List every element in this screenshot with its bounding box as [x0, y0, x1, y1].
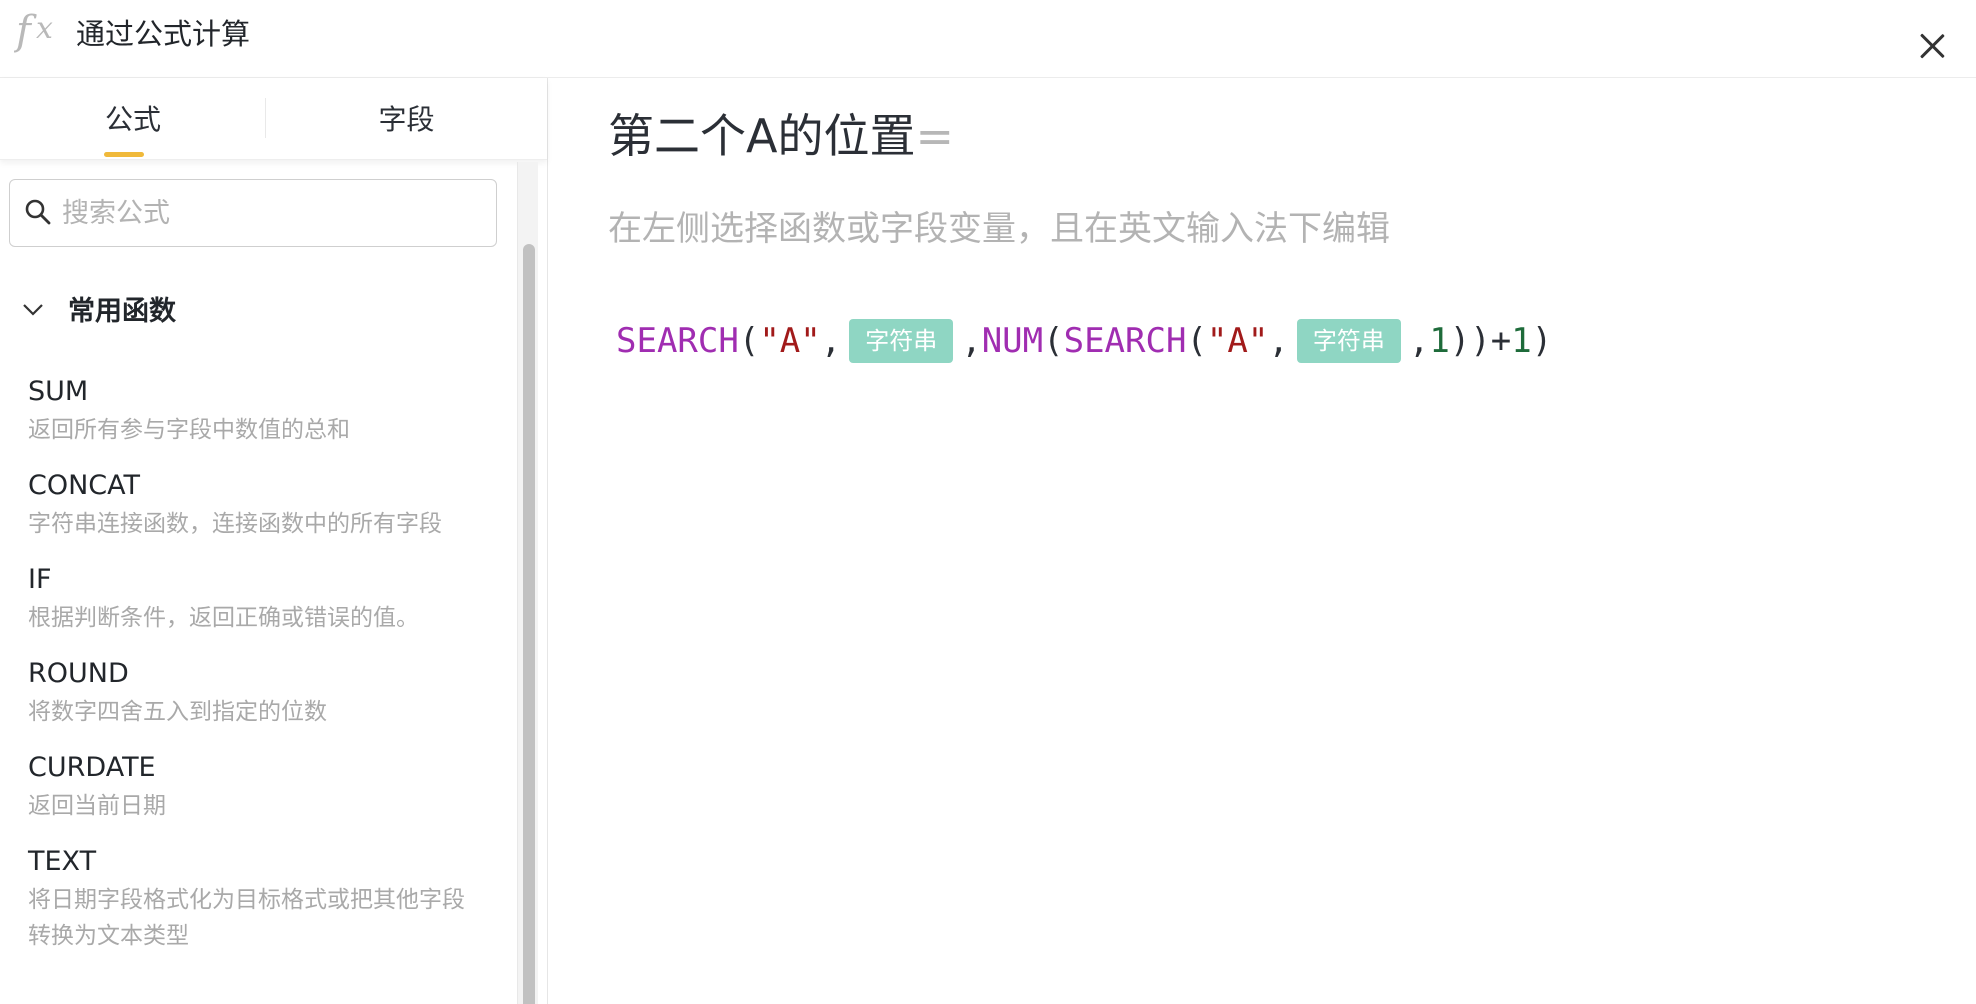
function-panel: 公式 字段 常用函数 SUM 返回所有参与字段中数值的总和 CONC	[0, 78, 548, 1004]
panel-tabs: 公式 字段	[0, 78, 547, 160]
formula-paren-token: )	[1449, 320, 1471, 361]
search-icon	[25, 199, 51, 225]
scrollbar-thumb[interactable]	[523, 244, 535, 1004]
formula-comma-token: ,	[961, 320, 982, 361]
function-item-concat[interactable]: CONCAT 字符串连接函数，连接函数中的所有字段	[0, 468, 510, 542]
formula-paren-token: (	[1186, 320, 1207, 361]
function-description: 返回当前日期	[28, 793, 166, 819]
tab-field[interactable]: 字段	[266, 78, 547, 160]
function-name: CURDATE	[28, 752, 156, 783]
section-title: 常用函数	[68, 296, 176, 327]
equals-sign: =	[915, 109, 955, 163]
formula-input[interactable]: SEARCH("A", 字符串 ,NUM(SEARCH("A", 字符串 ,1))+1)	[616, 304, 1552, 374]
function-name: SUM	[28, 376, 89, 407]
chevron-down-icon	[23, 304, 43, 316]
function-description: 根据判断条件，返回正确或错误的值。	[28, 605, 419, 631]
function-name: TEXT	[28, 846, 97, 877]
field-name: 第二个A的位置	[608, 109, 916, 163]
close-icon[interactable]	[1914, 28, 1950, 64]
function-list-scrollbar[interactable]	[517, 162, 538, 1004]
tab-formula[interactable]: 公式	[0, 78, 266, 160]
formula-paren-token: )	[1470, 320, 1491, 361]
function-name: CONCAT	[28, 470, 141, 501]
svg-text:f: f	[14, 8, 37, 54]
formula-dialog: f x 通过公式计算 公式 字段 常用函数 SUM	[0, 0, 1976, 1004]
function-item-round[interactable]: ROUND 将数字四舍五入到指定的位数	[0, 656, 510, 730]
search-input[interactable]	[60, 188, 484, 238]
function-description: 返回所有参与字段中数值的总和	[28, 417, 350, 443]
fx-logo-icon: f x	[14, 8, 53, 54]
formula-string-token: "A"	[1206, 320, 1269, 361]
formula-function-token: SEARCH	[616, 320, 739, 361]
function-item-if[interactable]: IF 根据判断条件，返回正确或错误的值。	[0, 562, 510, 636]
editor-hint: 在左侧选择函数或字段变量，且在英文输入法下编辑	[608, 209, 1390, 249]
formula-comma-token: ,	[1408, 320, 1430, 361]
formula-paren-token: )	[1531, 320, 1553, 361]
function-item-text[interactable]: TEXT 将日期字段格式化为目标格式或把其他字段转换为文本类型	[0, 844, 510, 954]
function-description: 字符串连接函数，连接函数中的所有字段	[28, 511, 442, 537]
formula-comma-token: ,	[1268, 320, 1289, 361]
function-description: 将日期字段格式化为目标格式或把其他字段转换为文本类型	[28, 887, 465, 949]
search-box[interactable]	[9, 179, 497, 247]
formula-paren-token: (	[738, 320, 760, 361]
formula-paren-token: (	[1043, 320, 1064, 361]
dialog-title: 通过公式计算	[76, 17, 251, 51]
formula-operator-token: +	[1490, 320, 1512, 361]
function-description: 将数字四舍五入到指定的位数	[28, 699, 327, 725]
function-item-sum[interactable]: SUM 返回所有参与字段中数值的总和	[0, 374, 510, 448]
function-name: IF	[28, 564, 52, 595]
formula-comma-token: ,	[820, 320, 842, 361]
formula-editor-panel: 第二个A的位置= 在左侧选择函数或字段变量，且在英文输入法下编辑 SEARCH(…	[548, 78, 1976, 1004]
svg-text:x: x	[36, 11, 53, 46]
formula-string-token: "A"	[759, 320, 821, 361]
formula-number-token: 1	[1429, 320, 1450, 361]
dialog-header: f x 通过公式计算	[0, 0, 1976, 78]
field-heading: 第二个A的位置=	[608, 104, 954, 168]
field-variable-chip[interactable]: 字符串	[849, 318, 954, 363]
function-name: ROUND	[28, 658, 129, 689]
function-item-curdate[interactable]: CURDATE 返回当前日期	[0, 750, 510, 824]
formula-function-token: NUM	[981, 320, 1044, 361]
field-variable-chip[interactable]: 字符串	[1296, 318, 1401, 363]
active-tab-indicator	[104, 152, 144, 157]
formula-function-token: SEARCH	[1063, 320, 1187, 361]
function-list: SUM 返回所有参与字段中数值的总和 CONCAT 字符串连接函数，连接函数中的…	[0, 374, 510, 974]
formula-number-token: 1	[1511, 320, 1532, 361]
